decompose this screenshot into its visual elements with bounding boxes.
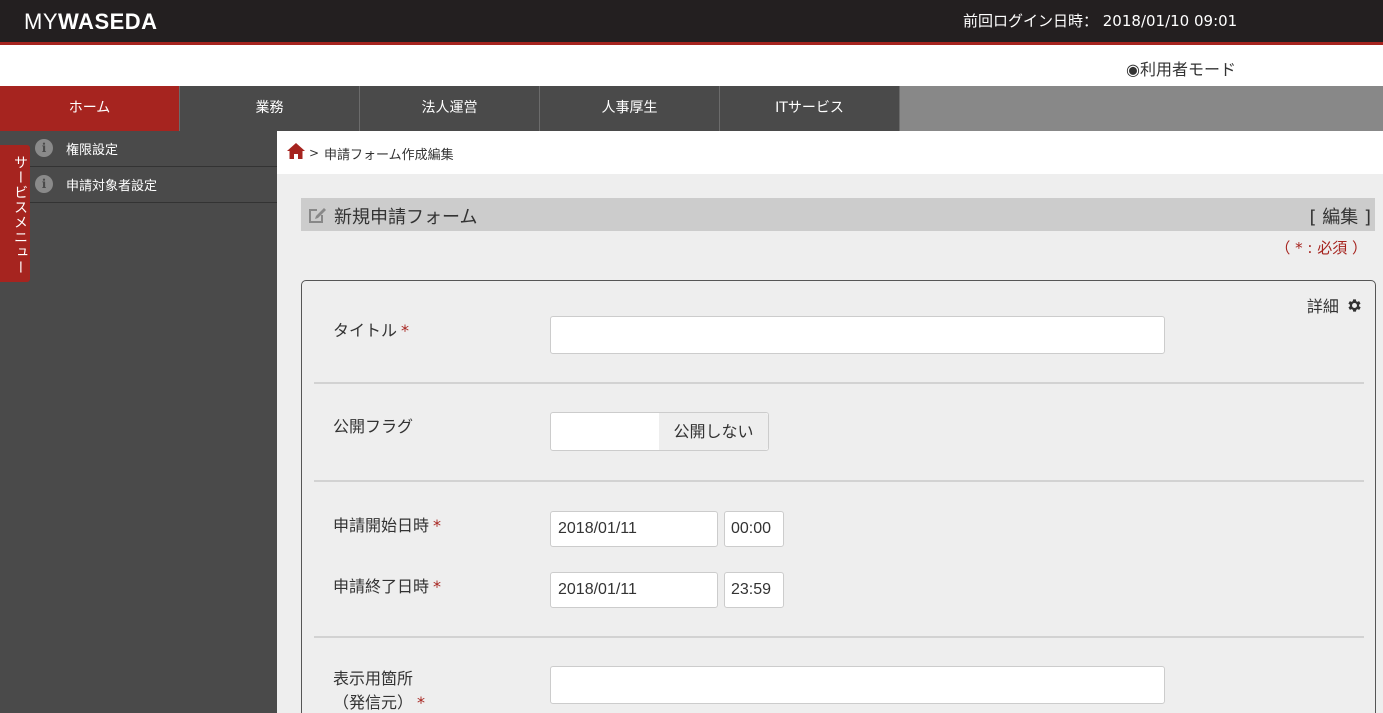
display-location-label-line1: 表示用箇所 (333, 669, 414, 688)
end-label-text: 申請終了日時 (333, 577, 430, 596)
nav-tab-corporate[interactable]: 法人運営 (360, 86, 540, 131)
sidebar: i 権限設定 i 申請対象者設定 (0, 131, 277, 713)
display-location-label-line2: （発信元） (333, 693, 414, 712)
mywaseda-logo[interactable]: MYWASEDA (24, 9, 158, 35)
home-icon[interactable] (287, 143, 305, 159)
display-location-input[interactable] (550, 666, 1165, 704)
form-title: 新規申請フォーム (334, 207, 478, 228)
mode-row: ◉利用者モード (0, 48, 1383, 86)
sidebar-item-label: 権限設定 (66, 143, 119, 158)
form-title-bar: 新規申請フォーム [ 編集 ] (301, 198, 1375, 231)
required-mark: * (401, 321, 410, 340)
breadcrumb: > 申請フォーム作成編集 (277, 131, 1383, 174)
detail-link[interactable]: 詳細 (1307, 293, 1363, 317)
end-time-input[interactable] (724, 572, 784, 608)
publish-flag-toggle[interactable]: 公開しない (550, 412, 769, 451)
service-menu-tab[interactable]: サービスメニュー (0, 145, 30, 282)
nav-tab-it-services[interactable]: ITサービス (720, 86, 900, 131)
last-login-info: 前回ログイン日時： 2018/01/10 09:01 (963, 12, 1238, 30)
gear-icon (1348, 299, 1361, 312)
title-label-text: タイトル (333, 321, 398, 340)
sidebar-item-permissions[interactable]: i 権限設定 (30, 131, 277, 167)
publish-flag-value: 公開しない (659, 413, 768, 450)
divider (314, 480, 1364, 482)
required-mark: * (433, 577, 442, 596)
title-input[interactable] (550, 316, 1165, 354)
required-note: （ * : 必須 ） (1275, 239, 1367, 257)
user-mode-toggle[interactable]: ◉利用者モード (1126, 56, 1236, 80)
start-label-text: 申請開始日時 (333, 516, 430, 535)
logo-waseda-text: WASEDA (58, 9, 158, 34)
divider (314, 382, 1364, 384)
info-icon: i (35, 175, 53, 193)
main-content: 新規申請フォーム [ 編集 ] （ * : 必須 ） 詳細 タイトル * 公開フラ… (277, 174, 1383, 713)
breadcrumb-current: 申請フォーム作成編集 (324, 148, 454, 163)
nav-tab-hr[interactable]: 人事厚生 (540, 86, 720, 131)
required-mark: * (417, 693, 426, 712)
nav-tab-business[interactable]: 業務 (180, 86, 360, 131)
display-location-label: 表示用箇所 （発信元） * (333, 667, 425, 713)
divider (314, 636, 1364, 638)
start-date-input[interactable] (550, 511, 718, 547)
publish-flag-label: 公開フラグ (333, 417, 414, 436)
logo-my-text: MY (24, 9, 58, 34)
edit-icon (309, 208, 326, 223)
breadcrumb-separator: > (309, 146, 320, 160)
form-box: 詳細 タイトル* 公開フラグ 公開しない 申請開始日時* 申請終了日時* 表示用… (301, 280, 1376, 713)
sidebar-item-label: 申請対象者設定 (66, 179, 158, 194)
required-mark: * (433, 516, 442, 535)
start-time-input[interactable] (724, 511, 784, 547)
detail-link-label: 詳細 (1306, 297, 1339, 316)
title-label: タイトル * (333, 317, 409, 341)
info-icon: i (35, 139, 53, 157)
display-location-label-line2-row: （発信元） * (333, 691, 425, 713)
top-header: MYWASEDA 前回ログイン日時： 2018/01/10 09:01 (0, 0, 1383, 45)
end-datetime-label: 申請終了日時 * (333, 573, 441, 597)
end-date-input[interactable] (550, 572, 718, 608)
main-nav: ホーム 業務 法人運営 人事厚生 ITサービス (0, 86, 1383, 131)
edit-link[interactable]: [ 編集 ] (1310, 203, 1372, 229)
start-datetime-label: 申請開始日時 * (333, 512, 441, 536)
sidebar-item-target-users[interactable]: i 申請対象者設定 (30, 167, 277, 203)
nav-tab-home[interactable]: ホーム (0, 86, 180, 131)
